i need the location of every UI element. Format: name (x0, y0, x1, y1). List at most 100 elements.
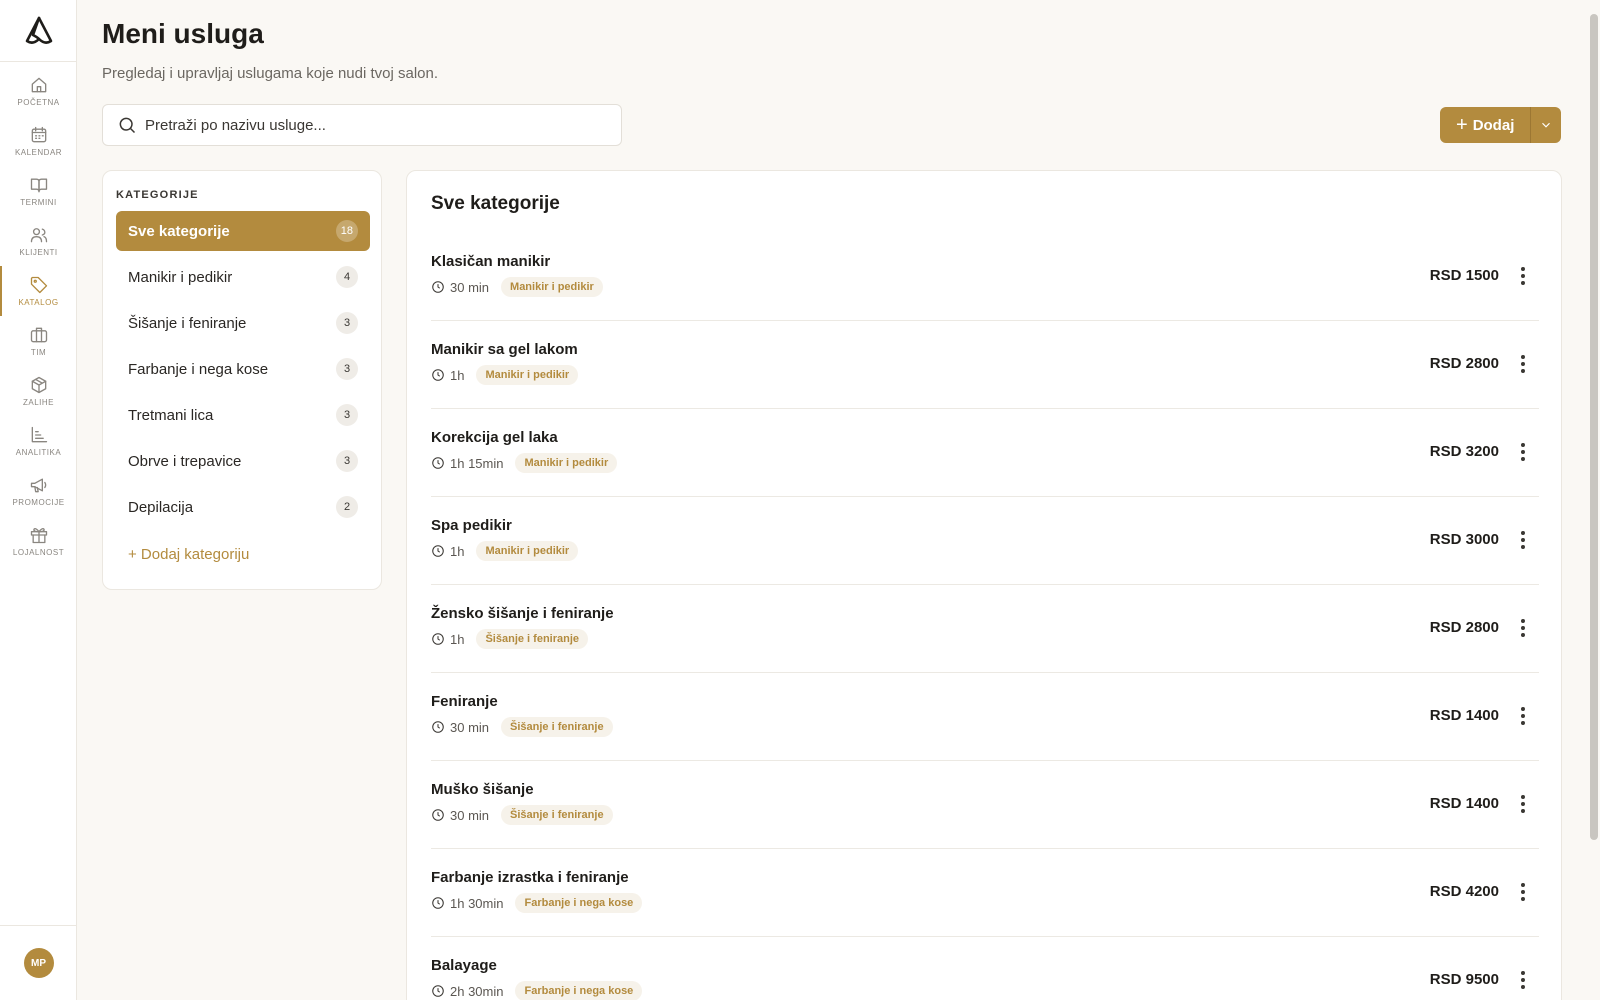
service-row[interactable]: Farbanje izrastka i feniranje 1h 30min F… (431, 849, 1539, 937)
more-options-icon[interactable] (1515, 969, 1531, 991)
sidebar-item-label: KLIJENTI (19, 248, 58, 257)
service-price: RSD 2800 (1429, 619, 1499, 636)
page-subtitle: Pregledaj i upravljaj uslugama koje nudi… (102, 65, 439, 82)
service-row[interactable]: Manikir sa gel lakom 1h Manikir i pediki… (431, 321, 1539, 409)
sidebar: POČETNA KALENDAR TERMINI KLIJENTI KATALO… (0, 0, 77, 1000)
more-options-icon[interactable] (1515, 705, 1531, 727)
sidebar-item-katalog[interactable]: KATALOG (0, 266, 77, 316)
service-price: RSD 2800 (1429, 355, 1499, 372)
service-meta: 30 min Manikir i pedikir (431, 277, 603, 297)
service-name: Žensko šišanje i feniranje (431, 605, 614, 622)
more-options-icon[interactable] (1515, 353, 1531, 375)
avatar[interactable]: MP (23, 948, 54, 978)
sidebar-item-lojalnost[interactable]: LOJALNOST (0, 516, 77, 566)
service-row[interactable]: Klasičan manikir 30 min Manikir i pediki… (431, 233, 1539, 321)
categories-card: KATEGORIJE Sve kategorije 18 Manikir i p… (102, 170, 382, 590)
service-row[interactable]: Žensko šišanje i feniranje 1h Šišanje i … (431, 585, 1539, 673)
scrollbar-thumb[interactable] (1590, 14, 1598, 840)
search-input[interactable] (145, 116, 605, 134)
sidebar-item-termini[interactable]: TERMINI (0, 166, 77, 216)
category-count-badge: 18 (335, 220, 358, 242)
add-button[interactable]: + Dodaj (1440, 107, 1532, 143)
tag-icon (30, 276, 47, 294)
service-name: Spa pedikir (431, 517, 512, 534)
service-row[interactable]: Muško šišanje 30 min Šišanje i feniranje… (431, 761, 1539, 849)
service-price: RSD 9500 (1429, 971, 1499, 988)
category-count-badge: 3 (336, 312, 358, 334)
sidebar-item-label: PROMOCIJE (12, 498, 65, 507)
category-item-manikir[interactable]: Manikir i pedikir 4 (116, 257, 370, 297)
category-item-sisanje[interactable]: Šišanje i feniranje 3 (116, 303, 370, 343)
category-label: Manikir i pedikir (128, 268, 233, 286)
more-options-icon[interactable] (1515, 265, 1531, 287)
sidebar-item-label: LOJALNOST (12, 548, 65, 557)
service-row[interactable]: Korekcija gel laka 1h 15min Manikir i pe… (431, 409, 1539, 497)
service-price: RSD 3200 (1429, 443, 1499, 460)
category-item-tretmani[interactable]: Tretmani lica 3 (116, 395, 370, 435)
category-label: Depilacija (128, 498, 194, 516)
sidebar-item-kalendar[interactable]: KALENDAR (0, 116, 77, 166)
sidebar-item-tim[interactable]: TIM (0, 316, 77, 366)
more-options-icon[interactable] (1515, 441, 1531, 463)
service-price: RSD 4200 (1429, 883, 1499, 900)
service-duration: 1h 30min (450, 895, 504, 911)
more-options-icon[interactable] (1515, 617, 1531, 639)
service-duration: 1h (450, 543, 465, 559)
book-icon (30, 178, 47, 193)
clock-icon (432, 633, 444, 645)
service-meta: 1h Šišanje i feniranje (431, 629, 589, 649)
sidebar-item-label: KATALOG (18, 298, 59, 307)
service-category-tag: Šišanje i feniranje (501, 717, 613, 737)
service-name: Korekcija gel laka (431, 429, 558, 446)
chart-icon (31, 426, 47, 443)
sidebar-item-promocije[interactable]: PROMOCIJE (0, 466, 77, 516)
sidebar-item-zalihe[interactable]: ZALIHE (0, 366, 77, 416)
brand-logo-icon[interactable] (0, 0, 77, 62)
category-label: Sve kategorije (128, 222, 230, 240)
service-price: RSD 1400 (1429, 795, 1499, 812)
category-count-badge: 3 (336, 450, 358, 472)
more-options-icon[interactable] (1515, 881, 1531, 903)
service-meta: 1h Manikir i pedikir (431, 365, 579, 385)
category-item-obrve[interactable]: Obrve i trepavice 3 (116, 441, 370, 481)
service-row[interactable]: Feniranje 30 min Šišanje i feniranje RSD… (431, 673, 1539, 761)
service-category-tag: Farbanje i nega kose (515, 893, 643, 913)
service-price: RSD 1400 (1429, 707, 1499, 724)
add-dropdown-button[interactable] (1531, 107, 1561, 143)
service-meta: 1h Manikir i pedikir (431, 541, 579, 561)
add-category-link[interactable]: + Dodaj kategoriju (128, 546, 249, 563)
sidebar-item-label: POČETNA (17, 98, 60, 107)
clock-icon (432, 809, 444, 821)
box-icon (31, 376, 46, 394)
sidebar-item-label: TERMINI (20, 198, 57, 207)
service-duration: 30 min (450, 279, 490, 295)
service-duration: 1h (450, 631, 465, 647)
category-item-all[interactable]: Sve kategorije 18 (116, 211, 370, 251)
page-scrollbar[interactable] (1588, 0, 1600, 1000)
more-options-icon[interactable] (1515, 793, 1531, 815)
service-row[interactable]: Spa pedikir 1h Manikir i pedikir RSD 300… (431, 497, 1539, 585)
category-item-depilacija[interactable]: Depilacija 2 (116, 487, 370, 527)
service-duration: 30 min (450, 719, 490, 735)
gift-icon (30, 528, 47, 544)
service-duration: 1h 15min (450, 455, 504, 471)
service-duration: 2h 30min (450, 983, 504, 999)
service-category-tag: Farbanje i nega kose (515, 981, 643, 1000)
service-name: Muško šišanje (431, 781, 534, 798)
sidebar-item-klijenti[interactable]: KLIJENTI (0, 216, 77, 266)
more-options-icon[interactable] (1515, 529, 1531, 551)
sidebar-item-label: ZALIHE (22, 398, 54, 407)
category-count-badge: 4 (336, 266, 358, 288)
users-icon (30, 228, 47, 243)
sidebar-item-analitika[interactable]: ANALITIKA (0, 416, 77, 466)
category-item-farbanje[interactable]: Farbanje i nega kose 3 (116, 349, 370, 389)
service-category-tag: Šišanje i feniranje (501, 805, 613, 825)
service-row[interactable]: Balayage 2h 30min Farbanje i nega kose R… (431, 937, 1539, 1000)
user-area: MP (0, 925, 77, 1000)
chevron-down-icon (1542, 122, 1551, 128)
sidebar-item-pocetna[interactable]: POČETNA (0, 66, 77, 116)
add-button-label: Dodaj (1472, 116, 1515, 134)
category-count-badge: 3 (336, 404, 358, 426)
category-label: Tretmani lica (128, 406, 214, 424)
megaphone-icon (30, 478, 46, 493)
